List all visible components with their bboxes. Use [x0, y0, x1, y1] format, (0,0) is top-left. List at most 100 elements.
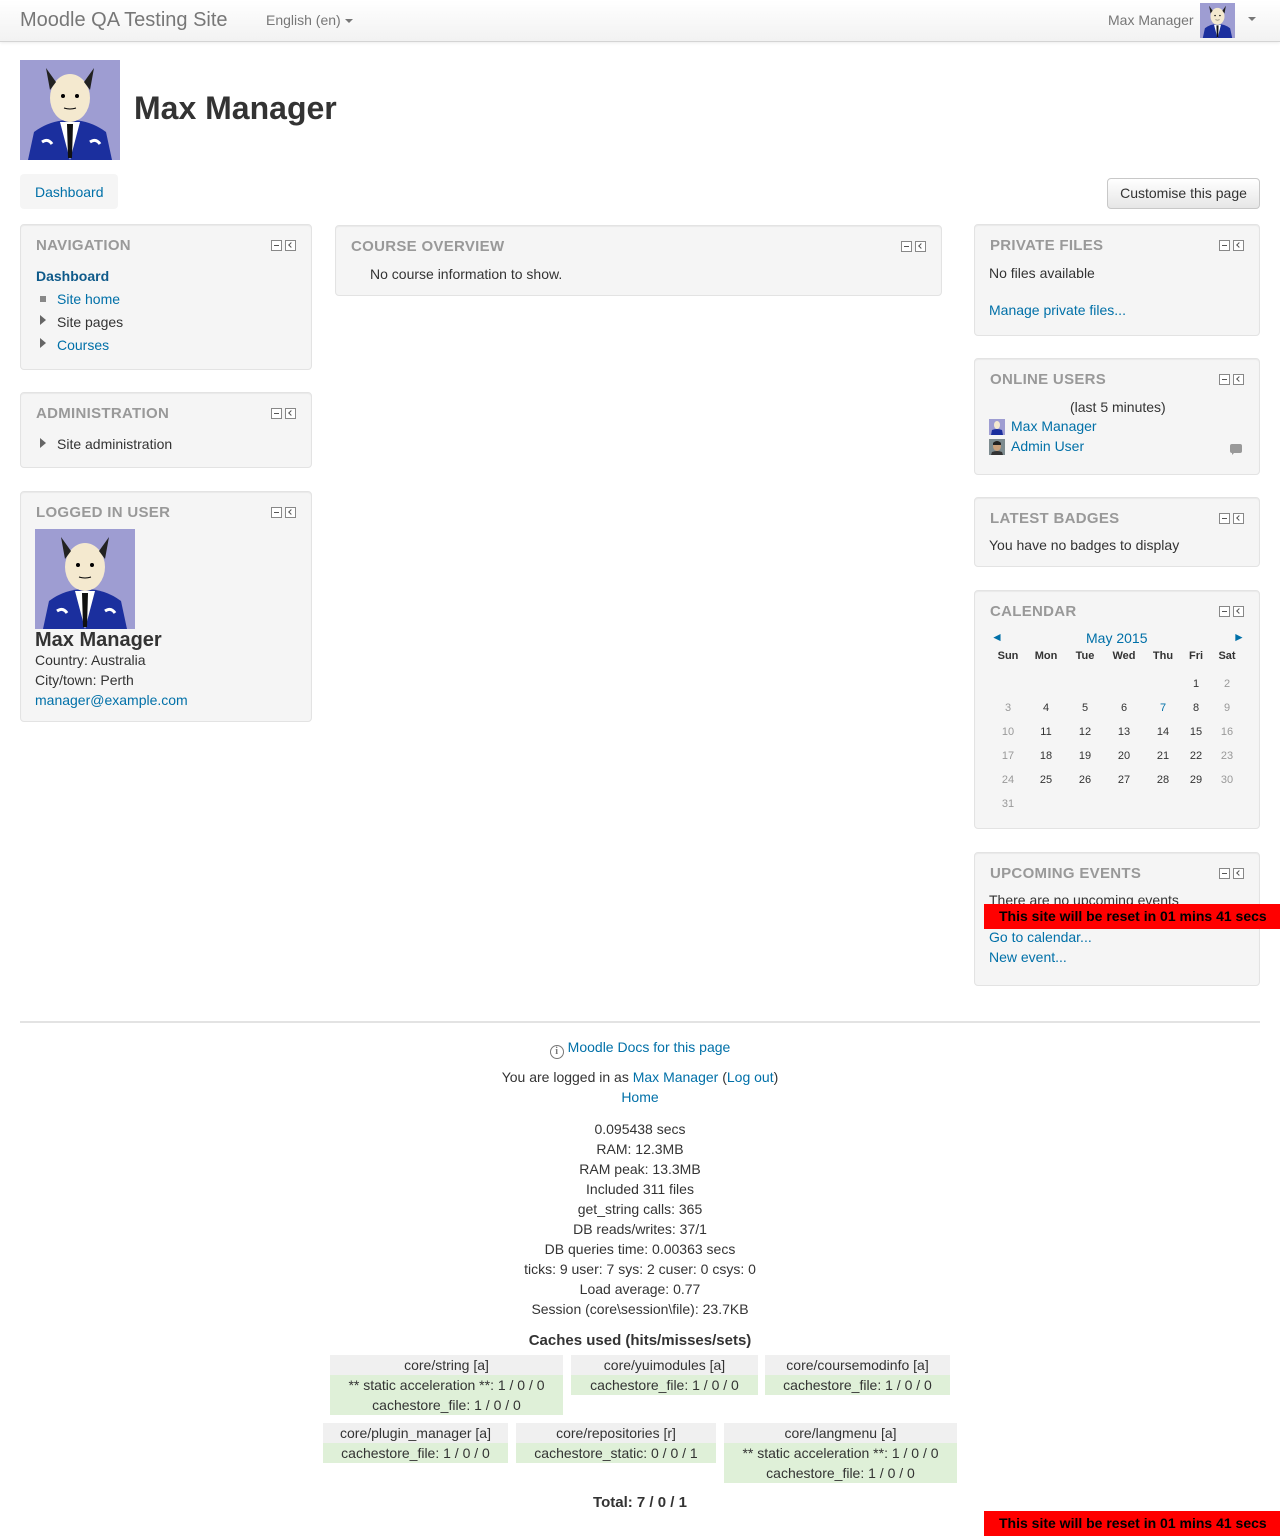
user-full-name: Max Manager: [35, 629, 162, 651]
calendar-day[interactable]: 22: [1182, 744, 1210, 768]
calendar-day[interactable]: 19: [1066, 744, 1104, 768]
expand-arrow-icon[interactable]: [40, 315, 46, 325]
calendar-day[interactable]: 20: [1104, 744, 1144, 768]
collapse-block-icon[interactable]: [1219, 240, 1230, 251]
calendar-day[interactable]: 31: [990, 792, 1026, 816]
calendar-day[interactable]: 4: [1026, 696, 1066, 720]
dock-block-icon[interactable]: [1233, 240, 1244, 251]
calendar-day: [1066, 792, 1104, 816]
go-to-calendar-link[interactable]: Go to calendar...: [989, 929, 1092, 945]
calendar-day[interactable]: 24: [990, 768, 1026, 792]
calendar-day[interactable]: 21: [1144, 744, 1182, 768]
perf-line: DB reads/writes: 37/1: [573, 1221, 707, 1237]
calendar-day[interactable]: 8: [1182, 696, 1210, 720]
expand-arrow-icon[interactable]: [40, 438, 46, 448]
home-link[interactable]: Home: [621, 1089, 658, 1105]
collapse-block-icon[interactable]: [271, 240, 282, 251]
cache-total: Total: 7 / 0 / 1: [593, 1494, 687, 1511]
dock-block-icon[interactable]: [285, 240, 296, 251]
dock-block-icon[interactable]: [1233, 513, 1244, 524]
calendar-day: [1026, 672, 1066, 696]
calendar-day[interactable]: 11: [1026, 720, 1066, 744]
calendar-day[interactable]: 2: [1210, 672, 1244, 696]
weekday-label: Sat: [1218, 650, 1236, 662]
calendar-day: [1210, 792, 1244, 816]
footer-divider: [20, 1021, 1260, 1023]
nav-courses-link[interactable]: Courses: [57, 337, 109, 353]
new-event-link[interactable]: New event...: [989, 949, 1067, 965]
site-brand[interactable]: Moodle QA Testing Site: [20, 9, 228, 32]
calendar-day[interactable]: 14: [1144, 720, 1182, 744]
calendar-month-link[interactable]: May 2015: [1086, 630, 1147, 646]
message-icon[interactable]: [1230, 444, 1242, 455]
calendar-day[interactable]: 12: [1066, 720, 1104, 744]
calendar-day[interactable]: 13: [1104, 720, 1144, 744]
calendar-day[interactable]: 30: [1210, 768, 1244, 792]
manage-private-files-link[interactable]: Manage private files...: [989, 302, 1126, 318]
nav-site-home-link[interactable]: Site home: [57, 291, 120, 307]
dock-block-icon[interactable]: [1233, 374, 1244, 385]
home-link-row: Home: [0, 1089, 1280, 1105]
calendar-day: [1182, 792, 1210, 816]
private-files-message: No files available: [989, 265, 1095, 281]
nav-site-pages[interactable]: Site pages: [57, 314, 123, 330]
calendar-day[interactable]: 7: [1144, 696, 1182, 720]
calendar-day[interactable]: 16: [1210, 720, 1244, 744]
collapse-block-icon[interactable]: [1219, 868, 1230, 879]
site-administration-item[interactable]: Site administration: [57, 436, 172, 452]
cache-table: core/langmenu [a] ** static acceleration…: [724, 1423, 957, 1483]
user-avatar[interactable]: [1200, 3, 1235, 38]
calendar-day[interactable]: 28: [1144, 768, 1182, 792]
calendar-day[interactable]: 25: [1026, 768, 1066, 792]
user-menu-name[interactable]: Max Manager: [1108, 12, 1194, 28]
administration-block: ADMINISTRATION Site administration: [20, 392, 312, 468]
logged-in-user-link[interactable]: Max Manager: [633, 1069, 719, 1085]
collapse-block-icon[interactable]: [271, 408, 282, 419]
calendar-day[interactable]: 27: [1104, 768, 1144, 792]
user-picture[interactable]: [35, 529, 135, 629]
next-month-icon[interactable]: ►: [1233, 630, 1245, 644]
dock-block-icon[interactable]: [915, 241, 926, 252]
online-user-link[interactable]: Admin User: [1011, 438, 1084, 454]
dock-block-icon[interactable]: [1233, 868, 1244, 879]
calendar-week-row: 31: [990, 792, 1248, 816]
previous-month-icon[interactable]: ◄: [991, 630, 1003, 644]
dock-block-icon[interactable]: [285, 408, 296, 419]
logout-link[interactable]: Log out: [727, 1069, 774, 1085]
calendar-day[interactable]: 23: [1210, 744, 1244, 768]
perf-line: ticks: 9 user: 7 sys: 2 cuser: 0 csys: 0: [524, 1261, 756, 1277]
calendar-day[interactable]: 3: [990, 696, 1026, 720]
collapse-block-icon[interactable]: [1219, 513, 1230, 524]
online-users-block: ONLINE USERS (last 5 minutes) Max Manage…: [974, 358, 1260, 475]
dock-block-icon[interactable]: [1233, 606, 1244, 617]
calendar-day[interactable]: 18: [1026, 744, 1066, 768]
calendar-day[interactable]: 15: [1182, 720, 1210, 744]
collapse-block-icon[interactable]: [901, 241, 912, 252]
dock-block-icon[interactable]: [285, 507, 296, 518]
calendar-day[interactable]: 5: [1066, 696, 1104, 720]
language-menu[interactable]: English (en): [266, 12, 353, 28]
cache-table: core/plugin_manager [a] cachestore_file:…: [323, 1423, 508, 1463]
calendar-day[interactable]: 6: [1104, 696, 1144, 720]
calendar-day: [1144, 672, 1182, 696]
expand-arrow-icon[interactable]: [40, 338, 46, 348]
calendar-day[interactable]: 17: [990, 744, 1026, 768]
collapse-block-icon[interactable]: [271, 507, 282, 518]
calendar-day[interactable]: 9: [1210, 696, 1244, 720]
calendar-day[interactable]: 1: [1182, 672, 1210, 696]
online-user-link[interactable]: Max Manager: [1011, 418, 1097, 434]
calendar-day[interactable]: 29: [1182, 768, 1210, 792]
online-users-subtitle: (last 5 minutes): [1070, 399, 1166, 415]
cache-row: cachestore_file: 1 / 0 / 0: [571, 1375, 758, 1395]
user-menu-chevron-icon[interactable]: [1248, 17, 1256, 21]
calendar-day[interactable]: 10: [990, 720, 1026, 744]
breadcrumb-dashboard[interactable]: Dashboard: [35, 184, 104, 200]
calendar-day: [1104, 672, 1144, 696]
moodle-docs-link[interactable]: Moodle Docs for this page: [568, 1039, 731, 1055]
calendar-day[interactable]: 26: [1066, 768, 1104, 792]
collapse-block-icon[interactable]: [1219, 374, 1230, 385]
user-email-link[interactable]: manager@example.com: [35, 692, 188, 708]
nav-dashboard-link[interactable]: Dashboard: [36, 268, 109, 284]
collapse-block-icon[interactable]: [1219, 606, 1230, 617]
customise-page-button[interactable]: Customise this page: [1107, 178, 1260, 209]
